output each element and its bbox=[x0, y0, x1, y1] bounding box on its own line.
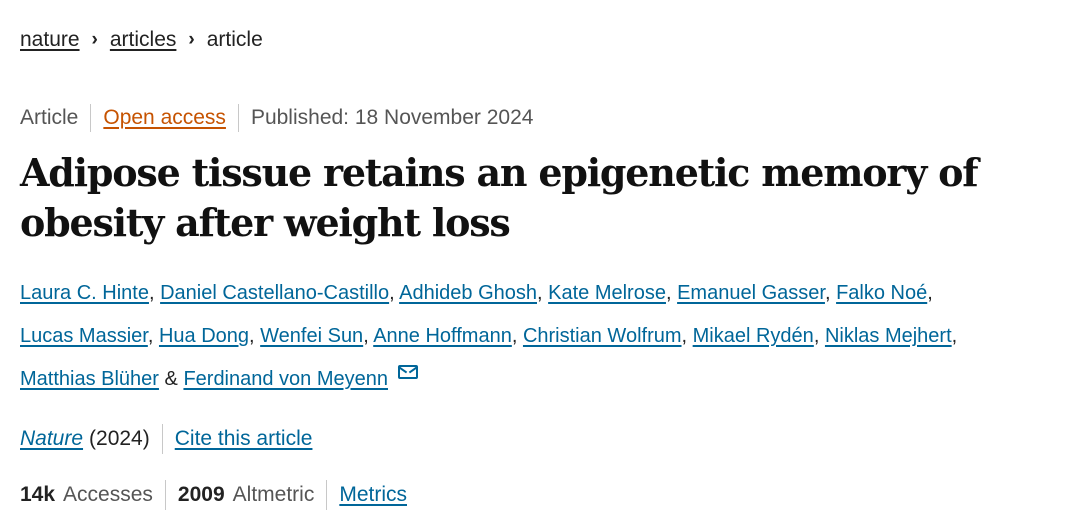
citation-year: (2024) bbox=[89, 427, 150, 450]
author-list: Laura C. Hinte, Daniel Castellano-Castil… bbox=[20, 282, 958, 390]
author-link[interactable]: Falko Noé bbox=[836, 282, 927, 304]
corresponding-author-link[interactable]: Ferdinand von Meyenn bbox=[183, 368, 388, 390]
cite-this-article-link[interactable]: Cite this article bbox=[175, 427, 313, 451]
author-link[interactable]: Anne Hoffmann bbox=[373, 325, 512, 347]
author-link[interactable]: Emanuel Gasser bbox=[677, 282, 825, 304]
altmetric-score: 2009 bbox=[177, 483, 225, 506]
chevron-right-icon: › bbox=[188, 29, 195, 50]
author-link[interactable]: Laura C. Hinte bbox=[20, 282, 149, 304]
journal-link[interactable]: Nature bbox=[20, 427, 83, 451]
breadcrumb: nature › articles › article bbox=[20, 28, 263, 52]
open-access-link[interactable]: Open access bbox=[103, 106, 226, 130]
divider bbox=[237, 104, 239, 132]
breadcrumb-articles[interactable]: articles bbox=[110, 28, 177, 52]
published-date: Published: 18 November 2024 bbox=[250, 106, 534, 129]
author-link[interactable]: Lucas Massier bbox=[20, 325, 148, 347]
author-link[interactable]: Matthias Blüher bbox=[20, 368, 159, 390]
article-title: Adipose tissue retains an epigenetic mem… bbox=[20, 150, 979, 245]
author-link[interactable]: Kate Melrose bbox=[548, 282, 666, 304]
accesses-count: 14k bbox=[20, 483, 56, 506]
author-link[interactable]: Mikael Rydén bbox=[693, 325, 814, 347]
altmetric-label: Altmetric bbox=[232, 483, 315, 506]
chevron-right-icon: › bbox=[91, 29, 98, 50]
divider bbox=[161, 424, 163, 454]
breadcrumb-nature[interactable]: nature bbox=[20, 28, 80, 52]
accesses-label: Accesses bbox=[63, 483, 153, 506]
article-type: Article bbox=[20, 106, 79, 129]
author-link[interactable]: Hua Dong bbox=[159, 325, 249, 347]
author-link[interactable]: Christian Wolfrum bbox=[523, 325, 682, 347]
author-link[interactable]: Wenfei Sun bbox=[260, 325, 363, 347]
divider bbox=[326, 480, 328, 510]
ampersand: & bbox=[164, 368, 178, 390]
author-link[interactable]: Niklas Mejhert bbox=[825, 325, 952, 347]
metrics-row: 14k Accesses 2009 Altmetric Metrics bbox=[20, 480, 407, 510]
metrics-link[interactable]: Metrics bbox=[339, 483, 407, 507]
divider bbox=[164, 480, 166, 510]
divider bbox=[90, 104, 92, 132]
citation-row: Nature (2024) Cite this article bbox=[20, 424, 312, 454]
envelope-icon[interactable] bbox=[397, 365, 418, 379]
author-link[interactable]: Adhideb Ghosh bbox=[399, 282, 537, 304]
article-meta: Article Open access Published: 18 Novemb… bbox=[20, 104, 533, 132]
breadcrumb-current: article bbox=[206, 28, 263, 51]
author-link[interactable]: Daniel Castellano-Castillo bbox=[160, 282, 389, 304]
